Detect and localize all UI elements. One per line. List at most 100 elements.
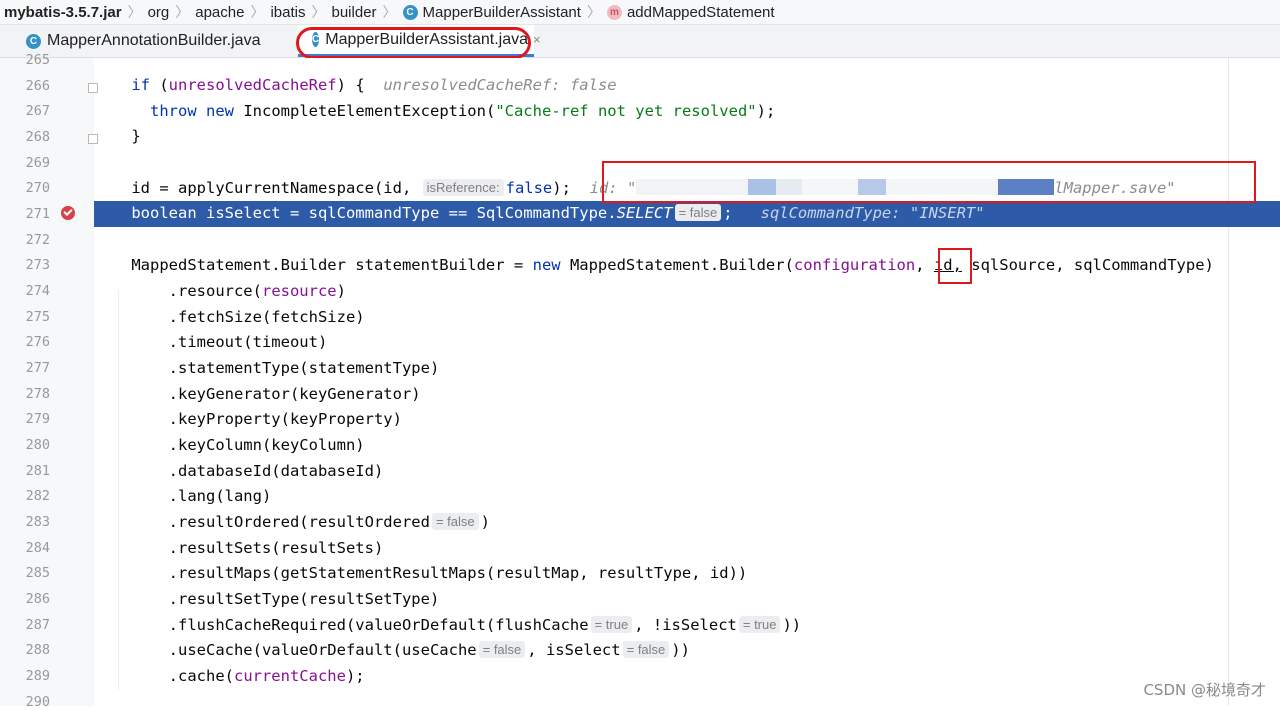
tab-mapper-builder-assistant[interactable]: C MapperBuilderAssistant.java × <box>298 25 541 57</box>
redacted-block <box>998 179 1055 195</box>
breadcrumb-class[interactable]: C MapperBuilderAssistant <box>399 4 585 21</box>
code-text: .statementType(statementType) <box>168 359 440 377</box>
code-text: .flushCacheRequired(valueOrDefault(flush… <box>168 616 589 634</box>
code-text: MappedStatement.Builder( <box>560 256 794 274</box>
code-text: .fetchSize(fetchSize) <box>168 308 365 326</box>
class-icon: C <box>402 4 418 20</box>
line-number: 280 <box>25 437 50 453</box>
debug-inline-value: = false <box>478 641 526 658</box>
code-text: .resultMaps(getStatementResultMaps(resul… <box>168 564 748 582</box>
redacted-block <box>886 179 999 195</box>
code-line-281: .databaseId(databaseId) <box>94 459 1280 485</box>
field-reference: resource <box>261 282 337 300</box>
id-argument: id, <box>933 256 962 274</box>
line-number: 285 <box>25 565 50 581</box>
code-text: .timeout(timeout) <box>168 333 328 351</box>
debug-inline-value: = false <box>622 641 670 658</box>
breadcrumb-pkg-apache[interactable]: apache <box>191 4 248 21</box>
keyword: if <box>131 76 150 94</box>
code-text: ); <box>345 667 365 685</box>
field-reference: configuration <box>793 256 916 274</box>
code-line-278: .keyGenerator(keyGenerator) <box>94 382 1280 408</box>
code-text: sqlSource, sqlCommandType) <box>961 256 1214 274</box>
code-text: MappedStatement.Builder statementBuilder… <box>131 256 533 274</box>
close-icon[interactable]: × <box>533 32 541 47</box>
keyword: false <box>505 179 553 197</box>
method-icon: m <box>606 4 622 20</box>
code-text: , isSelect <box>527 641 621 659</box>
line-number: 286 <box>25 591 50 607</box>
line-number: 282 <box>25 488 50 504</box>
code-line-270: id = applyCurrentNamespace(id, isReferen… <box>94 176 1280 202</box>
breadcrumb-separator: 〉 <box>175 4 190 20</box>
code-text: ); <box>756 102 776 120</box>
code-text: )) <box>782 616 802 634</box>
tab-mapper-annotation-builder[interactable]: C MapperAnnotationBuilder.java <box>26 25 260 57</box>
code-text: .keyProperty(keyProperty) <box>168 410 402 428</box>
code-text: ( <box>150 76 169 94</box>
redacted-block <box>858 179 887 195</box>
code-line-267: throw new IncompleteElementException("Ca… <box>94 99 1280 125</box>
code-text: boolean isSelect = sqlCommandType == Sql… <box>131 204 617 222</box>
line-number: 265 <box>25 52 50 68</box>
breadcrumb-pkg-builder[interactable]: builder <box>328 4 381 21</box>
code-text: .useCache(valueOrDefault(useCache <box>168 641 477 659</box>
code-line-277: .statementType(statementType) <box>94 356 1280 382</box>
code-text: .cache( <box>168 667 234 685</box>
redacted-block <box>636 179 749 195</box>
parameter-hint: isReference: <box>422 179 504 196</box>
code-line-286: .resultSetType(resultSetType) <box>94 587 1280 613</box>
line-number: 271 <box>25 206 50 222</box>
line-number: 278 <box>25 386 50 402</box>
line-number: 270 <box>25 180 50 196</box>
code-line-280: .keyColumn(keyColumn) <box>94 433 1280 459</box>
code-text: , !isSelect <box>634 616 737 634</box>
debug-inline-value: id: " <box>589 179 637 197</box>
breadcrumb-method[interactable]: m addMappedStatement <box>603 4 779 21</box>
debug-inline-value: = false <box>674 204 722 221</box>
code-line-274: .resource(resource) <box>94 279 1280 305</box>
code-text: .keyColumn(keyColumn) <box>168 436 365 454</box>
code-text: ) <box>480 513 490 531</box>
code-text: .databaseId(databaseId) <box>168 462 384 480</box>
code-text: ; <box>723 204 733 222</box>
line-number: 267 <box>25 103 50 119</box>
line-number: 275 <box>25 309 50 325</box>
line-number: 290 <box>25 694 50 710</box>
code-text: )) <box>671 641 690 659</box>
code-line-283: .resultOrdered(resultOrdered = false) <box>94 510 1280 536</box>
line-number: 273 <box>25 257 50 273</box>
string-literal: "Cache-ref not yet resolved" <box>495 102 757 120</box>
line-number: 277 <box>25 360 50 376</box>
breadcrumb: mybatis-3.5.7.jar 〉 org 〉 apache 〉 ibati… <box>0 0 1280 25</box>
line-number: 272 <box>25 232 50 248</box>
line-number: 284 <box>25 540 50 556</box>
code-text: id = applyCurrentNamespace(id, <box>131 179 421 197</box>
breadcrumb-jar[interactable]: mybatis-3.5.7.jar <box>0 4 126 21</box>
line-number: 283 <box>25 514 50 530</box>
breadcrumb-pkg-ibatis[interactable]: ibatis <box>266 4 309 21</box>
code-line-266: if (unresolvedCacheRef) { unresolvedCach… <box>94 73 1280 99</box>
breadcrumb-pkg-org[interactable]: org <box>144 4 174 21</box>
editor-tabs: C MapperAnnotationBuilder.java C MapperB… <box>0 25 1280 58</box>
code-text: IncompleteElementException( <box>234 102 496 120</box>
line-number: 279 <box>25 411 50 427</box>
code-line-273: MappedStatement.Builder statementBuilder… <box>94 253 1280 279</box>
class-icon: C <box>312 32 320 47</box>
keyword: new <box>532 256 561 274</box>
code-text: , <box>915 256 934 274</box>
field-reference: currentCache <box>233 667 346 685</box>
code-line-285: .resultMaps(getStatementResultMaps(resul… <box>94 561 1280 587</box>
line-number: 287 <box>25 617 50 633</box>
code-line-288: .useCache(valueOrDefault(useCache = false… <box>94 638 1280 664</box>
debug-inline-value: lMapper.save" <box>1054 179 1176 197</box>
code-line-276: .timeout(timeout) <box>94 330 1280 356</box>
breadcrumb-separator: 〉 <box>311 4 326 20</box>
line-number: 281 <box>25 463 50 479</box>
debug-inline-value: = true <box>590 616 633 633</box>
breakpoint-icon[interactable] <box>61 206 75 220</box>
line-number: 288 <box>25 642 50 658</box>
breadcrumb-method-label: addMappedStatement <box>626 3 775 21</box>
code-line-271: boolean isSelect = sqlCommandType == Sql… <box>94 201 1280 227</box>
breadcrumb-separator: 〉 <box>250 4 265 20</box>
